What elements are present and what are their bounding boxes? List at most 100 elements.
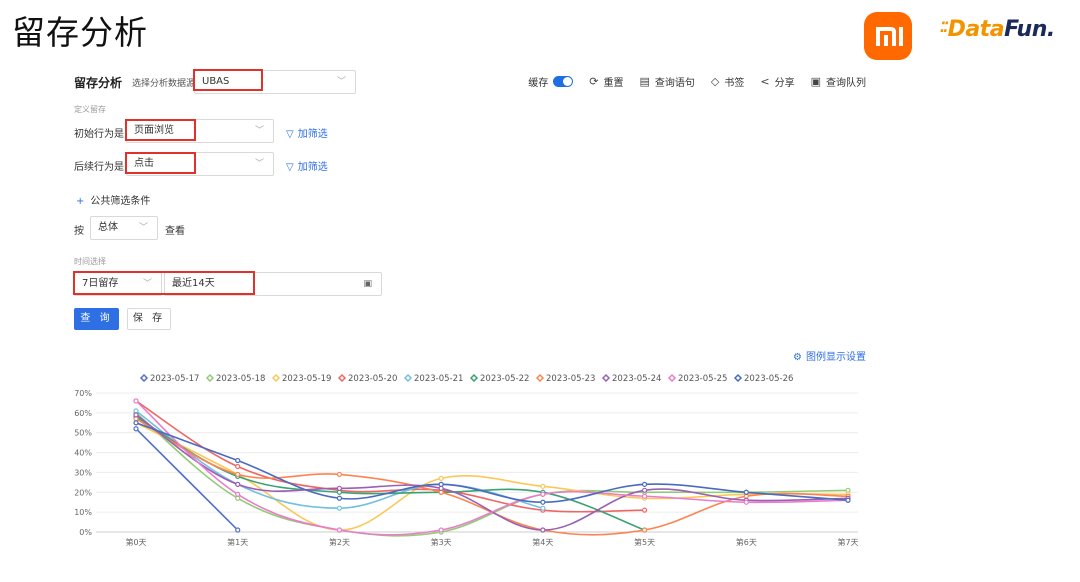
legend-marker bbox=[535, 373, 545, 383]
y-tick-label: 10% bbox=[74, 508, 92, 517]
data-point bbox=[641, 481, 648, 487]
chevron-down-icon: ﹀ bbox=[138, 223, 148, 233]
query-queue-button[interactable]: ▣ 查询队列 bbox=[811, 74, 866, 89]
query-statement-button[interactable]: ▤ 查询语句 bbox=[640, 74, 695, 89]
datasource-value: UBAS bbox=[202, 76, 230, 87]
group-by-select[interactable]: 总体 ﹀ bbox=[90, 216, 158, 240]
message-icon: ▤ bbox=[639, 75, 650, 88]
legend-label: 2023-05-24 bbox=[612, 374, 661, 384]
datasource-label: 选择分析数据源: bbox=[132, 79, 199, 89]
query-button[interactable]: 查 询 bbox=[74, 308, 119, 330]
data-point bbox=[743, 499, 749, 505]
retention-line-chart: 0% 10% 20% 30% 40% 50% 60% 70% 第0天 第1天 第2天 第3天 第4天 第5… bbox=[74, 373, 859, 547]
filter-icon: ▽ bbox=[286, 162, 294, 173]
series-line bbox=[135, 412, 849, 537]
series-line bbox=[135, 428, 239, 531]
bookmark-button[interactable]: ◇ 书签 bbox=[711, 74, 744, 89]
data-point bbox=[235, 471, 241, 478]
x-tick-label: 第0天 bbox=[125, 537, 146, 547]
common-filter-label: 公共筛选条件 bbox=[90, 196, 151, 207]
share-icon: < bbox=[760, 75, 770, 88]
data-point bbox=[641, 487, 648, 493]
add-filter-link[interactable]: ▽ 加筛选 bbox=[286, 125, 328, 140]
date-range-picker[interactable]: 最近14天 ▣ bbox=[164, 272, 382, 296]
datasource-select[interactable]: UBAS ﹀ bbox=[194, 70, 356, 94]
followup-behavior-value: 点击 bbox=[134, 158, 154, 169]
view-label: 查看 bbox=[165, 226, 185, 237]
legend-marker bbox=[403, 373, 413, 383]
series-line bbox=[135, 400, 645, 513]
data-point bbox=[336, 495, 343, 501]
group-by-value: 总体 bbox=[98, 222, 118, 233]
data-point bbox=[235, 457, 241, 464]
chevron-down-icon: ﹀ bbox=[254, 159, 264, 169]
datafun-logo: ⁚⁚DataFun. bbox=[940, 17, 1055, 42]
legend-settings-link[interactable]: ⚙ 图例显示设置 bbox=[793, 348, 866, 363]
calendar-icon: ▣ bbox=[363, 279, 372, 289]
x-tick-label: 第7天 bbox=[837, 537, 858, 547]
initial-behavior-value: 页面浏览 bbox=[134, 125, 174, 136]
legend-settings-label: 图例显示设置 bbox=[806, 352, 866, 363]
filter-icon: ▽ bbox=[286, 129, 294, 140]
chevron-down-icon: ﹀ bbox=[142, 279, 152, 289]
query-queue-label: 查询队列 bbox=[826, 78, 866, 89]
legend-marker bbox=[667, 373, 677, 383]
legend-marker bbox=[337, 373, 347, 383]
x-tick-label: 第4天 bbox=[532, 537, 553, 547]
data-point bbox=[540, 527, 546, 533]
share-label: 分享 bbox=[774, 78, 795, 89]
retention-period-select[interactable]: 7日留存 ﹀ bbox=[74, 272, 162, 296]
x-tick-label: 第2天 bbox=[329, 537, 350, 547]
share-button[interactable]: < 分享 bbox=[760, 74, 794, 89]
panel-title: 留存分析 bbox=[74, 76, 123, 90]
data-point bbox=[133, 412, 139, 418]
x-tick-label: 第6天 bbox=[736, 537, 757, 547]
followup-behavior-select[interactable]: 点击 ﹀ bbox=[126, 152, 274, 176]
data-point bbox=[540, 499, 546, 505]
data-point bbox=[438, 527, 444, 533]
common-filter-button[interactable]: + 公共筛选条件 bbox=[76, 192, 150, 207]
y-tick-label: 30% bbox=[74, 468, 92, 477]
datafun-dots-icon: ⁚⁚ bbox=[940, 20, 949, 36]
reset-button[interactable]: ⟳ 重置 bbox=[589, 74, 623, 89]
data-point bbox=[336, 485, 343, 491]
legend-label: 2023-05-20 bbox=[348, 374, 397, 384]
add-filter-label: 加筛选 bbox=[297, 129, 328, 140]
data-point bbox=[641, 493, 648, 499]
data-point bbox=[336, 505, 343, 511]
legend-label: 2023-05-25 bbox=[678, 374, 727, 384]
data-point bbox=[743, 489, 749, 495]
data-point bbox=[235, 491, 241, 497]
by-label: 按 bbox=[74, 226, 84, 237]
initial-behavior-label: 初始行为是 bbox=[74, 129, 124, 140]
datafun-logo-data: Data bbox=[947, 17, 1005, 42]
chevron-down-icon: ﹀ bbox=[336, 77, 346, 87]
define-retention-caption: 定义留存 bbox=[74, 105, 106, 114]
x-tick-label: 第1天 bbox=[227, 537, 248, 547]
cache-toggle[interactable]: 缓存 bbox=[528, 74, 574, 89]
series-line bbox=[135, 416, 645, 531]
legend-marker bbox=[733, 373, 743, 383]
add-filter-link-2[interactable]: ▽ 加筛选 bbox=[286, 158, 328, 173]
initial-behavior-select[interactable]: 页面浏览 ﹀ bbox=[126, 119, 274, 143]
data-point bbox=[235, 481, 241, 487]
bookmark-label: 书签 bbox=[724, 78, 745, 89]
date-range-value: 最近14天 bbox=[172, 278, 215, 289]
save-button[interactable]: 保 存 bbox=[127, 308, 171, 330]
time-caption: 时间选择 bbox=[74, 257, 106, 266]
data-point bbox=[133, 420, 139, 426]
queue-icon: ▣ bbox=[810, 75, 821, 88]
data-point bbox=[641, 507, 648, 513]
data-point bbox=[540, 483, 546, 489]
data-point bbox=[235, 527, 241, 533]
toolbar: 缓存 ⟳ 重置 ▤ 查询语句 ◇ 书签 < 分享 ▣ 查询队列 bbox=[512, 74, 866, 89]
plus-icon: + bbox=[76, 196, 85, 207]
y-tick-label: 60% bbox=[74, 409, 92, 418]
legend-label: 2023-05-22 bbox=[480, 374, 529, 384]
data-point bbox=[336, 527, 343, 533]
y-tick-label: 20% bbox=[74, 488, 92, 497]
toggle-switch[interactable] bbox=[553, 76, 574, 87]
y-tick-label: 0% bbox=[79, 528, 92, 537]
data-point bbox=[641, 527, 648, 533]
data-point bbox=[133, 398, 139, 404]
